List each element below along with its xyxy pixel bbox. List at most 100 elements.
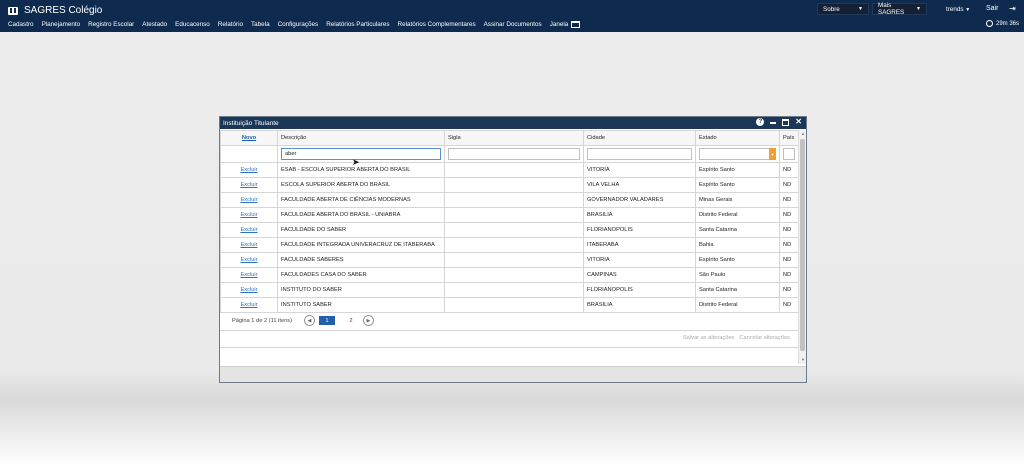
prev-page-icon[interactable]: ◀ xyxy=(303,315,315,326)
table-row[interactable]: Excluir INSTITUTO DO SABER FLORIANOPOLIS Sa… xyxy=(220,282,799,298)
novo-header: Novo xyxy=(220,130,278,146)
filter-cell-estado: ▼ xyxy=(695,145,780,163)
user-menu[interactable]: trends ▼ xyxy=(946,6,970,13)
menu-item-tabela[interactable]: Tabela xyxy=(247,21,274,28)
cell-sigla xyxy=(444,207,584,223)
cell-estado: Bahia xyxy=(695,237,780,253)
user-name: trends xyxy=(946,6,964,13)
delete-link[interactable]: Excluir xyxy=(240,302,257,308)
filter-estado-input[interactable] xyxy=(699,148,776,160)
logout-button[interactable]: Sair xyxy=(986,5,998,12)
column-header-descricao[interactable]: Descrição xyxy=(277,130,445,146)
delete-link[interactable]: Excluir xyxy=(240,227,257,233)
cell-descricao: FACULDADE ABERTA DO BRASIL - UNIABRA xyxy=(277,207,445,223)
table-row[interactable]: Excluir FACULDADE INTEGRADA UNIVERACRUZ D… xyxy=(220,237,799,253)
cell-estado: Santa Catarina xyxy=(695,282,780,298)
delete-link[interactable]: Excluir xyxy=(240,167,257,173)
table-row[interactable]: Excluir FACULDADE ABERTA DE CIÊNCIAS MODE… xyxy=(220,192,799,208)
menu-item-janela[interactable]: Janela xyxy=(546,21,585,28)
menu-item-assinar-documentos[interactable]: Assinar Documentos xyxy=(480,21,546,28)
action-cell: Excluir xyxy=(220,207,278,223)
delete-link[interactable]: Excluir xyxy=(240,287,257,293)
pager: Página 1 de 2 (11 itens) ◀ 1 2 ▶ xyxy=(232,315,374,326)
cell-estado: Espírito Santo xyxy=(695,162,780,178)
page-2-button[interactable]: 2 xyxy=(343,316,359,325)
close-icon[interactable]: ✕ xyxy=(795,118,802,126)
cell-pais: ND xyxy=(779,177,799,193)
column-header-cidade[interactable]: Cidade xyxy=(583,130,696,146)
cell-descricao: FACULDADE DO SABER xyxy=(277,222,445,238)
minimize-icon[interactable] xyxy=(770,122,777,124)
menu-item-planejamento[interactable]: Planejamento xyxy=(38,21,85,28)
delete-link[interactable]: Excluir xyxy=(240,182,257,188)
cell-cidade: FLORIANOPOLIS xyxy=(583,282,696,298)
menu-item-educacenso[interactable]: Educacenso xyxy=(171,21,214,28)
delete-link[interactable]: Excluir xyxy=(240,212,257,218)
app-title: SAGRES Colégio xyxy=(24,5,103,16)
chevron-down-icon: ▼ xyxy=(965,7,971,13)
logout-icon[interactable]: ⇥ xyxy=(1009,4,1016,13)
column-header-estado[interactable]: Estado xyxy=(695,130,780,146)
cell-pais: ND xyxy=(779,162,799,178)
pager-info: Página 1 de 2 (11 itens) xyxy=(232,317,292,324)
chevron-down-icon[interactable]: ▼ xyxy=(769,148,776,160)
cell-estado: Santa Catarina xyxy=(695,222,780,238)
page-1-button[interactable]: 1 xyxy=(318,316,335,325)
mais-sagres-dropdown[interactable]: Mais SAGRES ▼ xyxy=(872,2,927,16)
menu-item-relatorios-complementares[interactable]: Relatórios Complementares xyxy=(394,21,480,28)
delete-link[interactable]: Excluir xyxy=(240,272,257,278)
action-cell: Excluir xyxy=(220,222,278,238)
next-page-icon[interactable]: ▶ xyxy=(362,315,374,326)
dialog-titlebar[interactable]: Instituição Titulante ? ✕ xyxy=(220,117,806,129)
vertical-scrollbar[interactable]: ▲ ▼ xyxy=(798,130,806,364)
delete-link[interactable]: Excluir xyxy=(240,257,257,263)
menu-item-relatorio[interactable]: Relatório xyxy=(214,21,247,28)
chevron-down-icon: ▼ xyxy=(916,6,921,12)
table-row[interactable]: Excluir FACULDADE ABERTA DO BRASIL - UNIA… xyxy=(220,207,799,223)
filter-cidade-input[interactable] xyxy=(587,148,692,160)
table-row[interactable]: Excluir INSTITUTO SABER BRASILIA Distrito F… xyxy=(220,297,799,313)
menu-item-configuracoes[interactable]: Configurações xyxy=(274,21,323,28)
delete-link[interactable]: Excluir xyxy=(240,197,257,203)
menu-item-registro-escolar[interactable]: Registro Escolar xyxy=(84,21,138,28)
window-icon xyxy=(571,21,581,28)
filter-pais-input[interactable] xyxy=(783,148,795,160)
results-table: Novo Descrição Sigla Cidade Estado País xyxy=(220,130,799,313)
filter-sigla-input[interactable] xyxy=(448,148,580,160)
cell-pais: ND xyxy=(779,192,799,208)
scroll-up-icon[interactable]: ▲ xyxy=(800,131,806,137)
scroll-down-icon[interactable]: ▼ xyxy=(800,357,806,363)
cell-pais: ND xyxy=(779,252,799,268)
clock-icon xyxy=(986,20,993,27)
filter-descricao-input[interactable] xyxy=(281,148,441,160)
cell-cidade: CAMPINAS xyxy=(583,267,696,283)
action-cell: Excluir xyxy=(220,237,278,253)
maximize-icon[interactable] xyxy=(782,118,790,126)
dialog-title: Instituição Titulante xyxy=(223,119,279,127)
delete-link[interactable]: Excluir xyxy=(240,242,257,248)
menu-item-relatorios-particulares[interactable]: Relatórios Particulares xyxy=(322,21,393,28)
menu-item-cadastro[interactable]: Cadastro xyxy=(4,21,38,28)
cancel-changes-button[interactable]: Cancelar alterações xyxy=(739,335,790,341)
scroll-thumb[interactable] xyxy=(800,139,805,351)
cell-pais: ND xyxy=(779,267,799,283)
app-brand[interactable]: SAGRES Colégio xyxy=(8,5,102,16)
menu-item-atestado[interactable]: Atestado xyxy=(138,21,171,28)
filter-estado-select[interactable]: ▼ xyxy=(699,148,776,160)
column-header-pais[interactable]: País xyxy=(779,130,799,146)
save-changes-button[interactable]: Salvar as alterações xyxy=(683,335,735,341)
cell-descricao: FACULDADE INTEGRADA UNIVERACRUZ DE ITABE… xyxy=(277,237,445,253)
table-row[interactable]: Excluir FACULDADE DO SABER FLORIANOPOLIS Sa… xyxy=(220,222,799,238)
novo-link[interactable]: Novo xyxy=(242,135,256,141)
cell-descricao: INSTITUTO DO SABER xyxy=(277,282,445,298)
sobre-dropdown[interactable]: Sobre ▼ xyxy=(817,3,869,15)
column-header-sigla[interactable]: Sigla xyxy=(444,130,584,146)
help-icon[interactable]: ? xyxy=(756,118,765,126)
action-cell: Excluir xyxy=(220,282,278,298)
action-cell: Excluir xyxy=(220,177,278,193)
table-row[interactable]: Excluir ESCOLA SUPERIOR ABERTA DO BRASIL V… xyxy=(220,177,799,193)
table-row[interactable]: Excluir FACULDADE SABERES VITORIA Espírito … xyxy=(220,252,799,268)
table-row[interactable]: Excluir ESAB - ESCOLA SUPERIOR ABERTA DO … xyxy=(220,162,799,178)
table-row[interactable]: Excluir FACULDADES CASA DO SABER CAMPINAS S… xyxy=(220,267,799,283)
dialog-status-strip xyxy=(220,366,806,382)
